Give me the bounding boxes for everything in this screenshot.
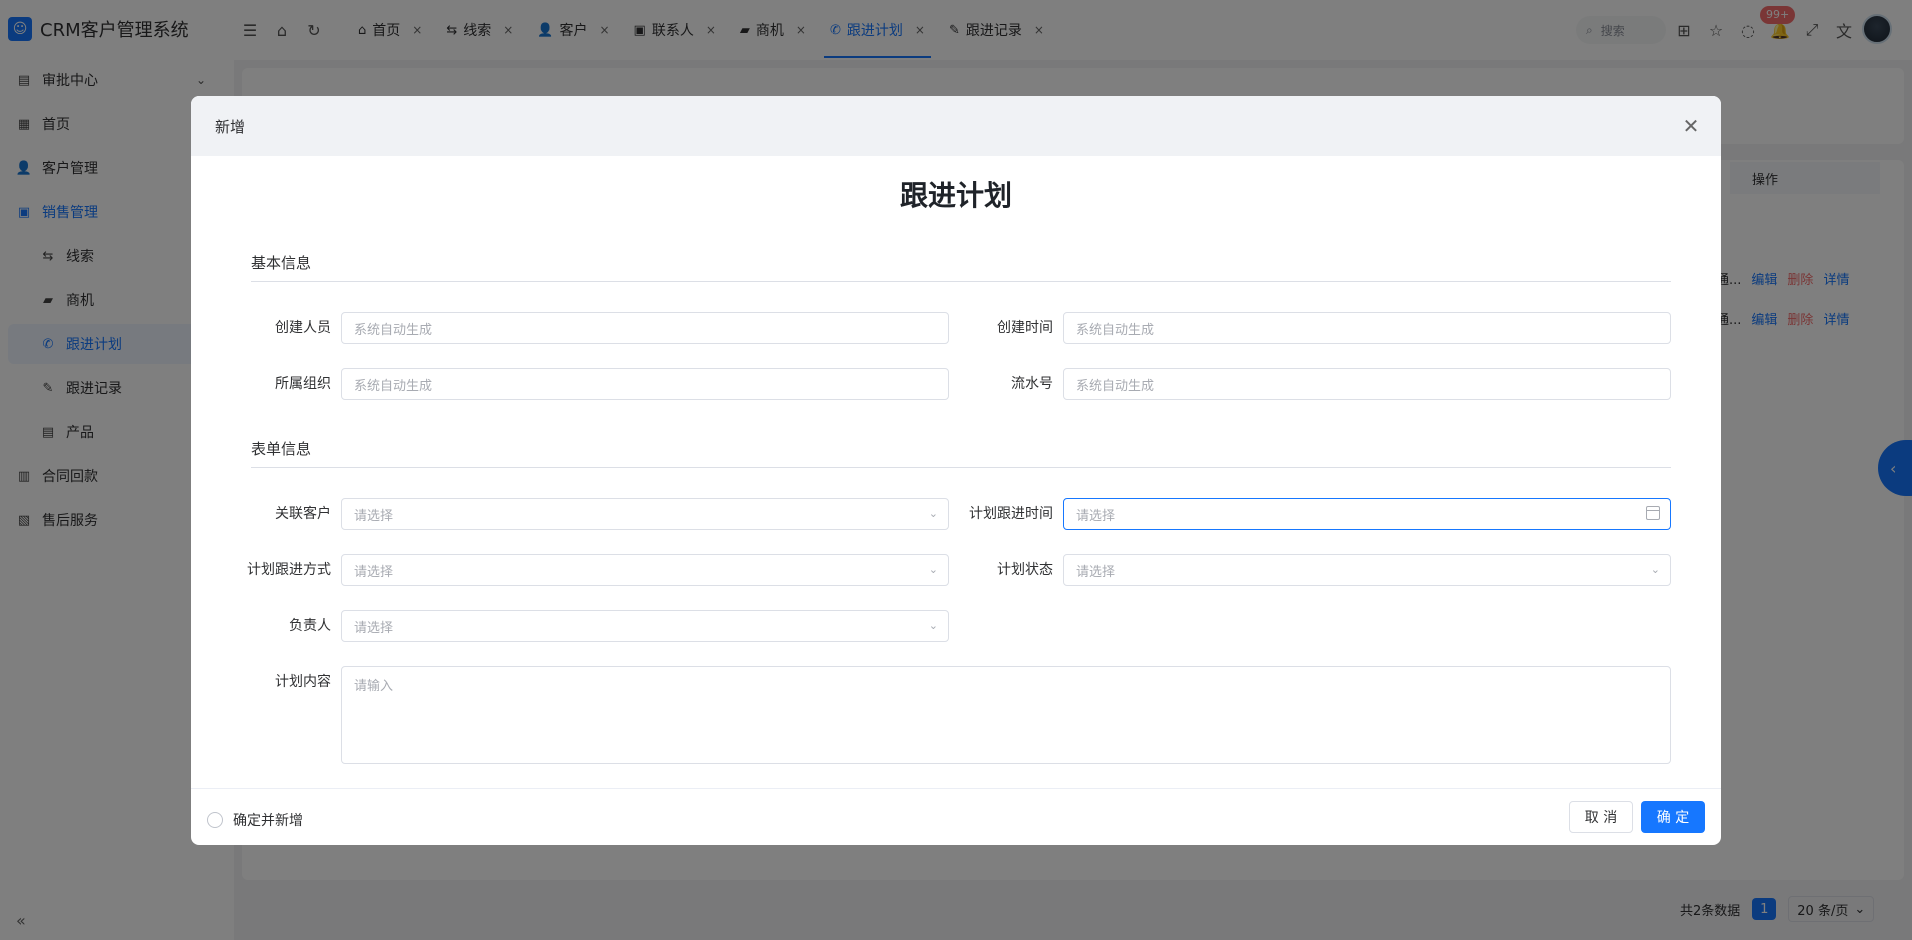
close-icon[interactable]: ✕ xyxy=(1679,114,1703,138)
dialog-footer: 确定并新增 取 消 确 定 xyxy=(191,788,1721,845)
calendar-icon xyxy=(1646,506,1660,520)
customer-select[interactable]: 请选择 ⌄ xyxy=(341,498,949,530)
org-field[interactable]: 系统自动生成 xyxy=(341,368,949,400)
customer-label: 关联客户 xyxy=(275,506,331,522)
owner-select[interactable]: 请选择 ⌄ xyxy=(341,610,949,642)
plan-time-label: 计划跟进时间 xyxy=(969,506,1053,522)
owner-label: 负责人 xyxy=(289,618,331,634)
placeholder: 系统自动生成 xyxy=(1076,378,1155,394)
created-time-label: 创建时间 xyxy=(997,320,1053,336)
add-dialog: 新增 ✕ 跟进计划 基本信息 创建人员 系统自动生成 创建时间 系统自动生成 所… xyxy=(191,96,1721,845)
plan-status-label: 计划状态 xyxy=(997,562,1053,578)
section-title: 基本信息 xyxy=(251,254,312,272)
placeholder: 请输入 xyxy=(354,679,394,694)
placeholder: 请选择 xyxy=(354,620,394,636)
confirm-and-new-checkbox[interactable]: 确定并新增 xyxy=(207,810,303,830)
chevron-down-icon: ⌄ xyxy=(1650,563,1660,576)
serial-field[interactable]: 系统自动生成 xyxy=(1063,368,1671,400)
placeholder: 请选择 xyxy=(1076,564,1116,580)
form-title: 跟进计划 xyxy=(899,179,1012,212)
creator-field[interactable]: 系统自动生成 xyxy=(341,312,949,344)
dialog-header: 新增 xyxy=(191,96,1721,156)
plan-status-select[interactable]: 请选择 ⌄ xyxy=(1063,554,1671,586)
plan-method-label: 计划跟进方式 xyxy=(247,562,331,578)
plan-method-select[interactable]: 请选择 ⌄ xyxy=(341,554,949,586)
created-time-field[interactable]: 系统自动生成 xyxy=(1063,312,1671,344)
serial-label: 流水号 xyxy=(1011,376,1053,392)
chevron-down-icon: ⌄ xyxy=(928,619,938,632)
placeholder: 请选择 xyxy=(354,564,394,580)
content-label: 计划内容 xyxy=(275,674,331,690)
placeholder: 请选择 xyxy=(354,508,394,524)
placeholder: 系统自动生成 xyxy=(1076,322,1155,338)
ok-button[interactable]: 确 定 xyxy=(1641,801,1705,833)
content-textarea[interactable]: 请输入 xyxy=(341,666,1671,764)
dialog-title: 新增 xyxy=(215,117,246,136)
placeholder: 请选择 xyxy=(1076,508,1116,524)
placeholder: 系统自动生成 xyxy=(354,378,433,394)
cancel-button[interactable]: 取 消 xyxy=(1569,801,1633,833)
org-label: 所属组织 xyxy=(275,376,331,392)
checkbox-label: 确定并新增 xyxy=(233,813,303,829)
section-form-info: 表单信息 xyxy=(251,438,1671,468)
section-basic-info: 基本信息 xyxy=(251,252,1671,282)
plan-time-picker[interactable]: 请选择 xyxy=(1063,498,1671,530)
section-title: 表单信息 xyxy=(251,440,312,458)
placeholder: 系统自动生成 xyxy=(354,322,433,338)
creator-label: 创建人员 xyxy=(275,320,331,336)
checkbox-box[interactable] xyxy=(207,812,223,828)
